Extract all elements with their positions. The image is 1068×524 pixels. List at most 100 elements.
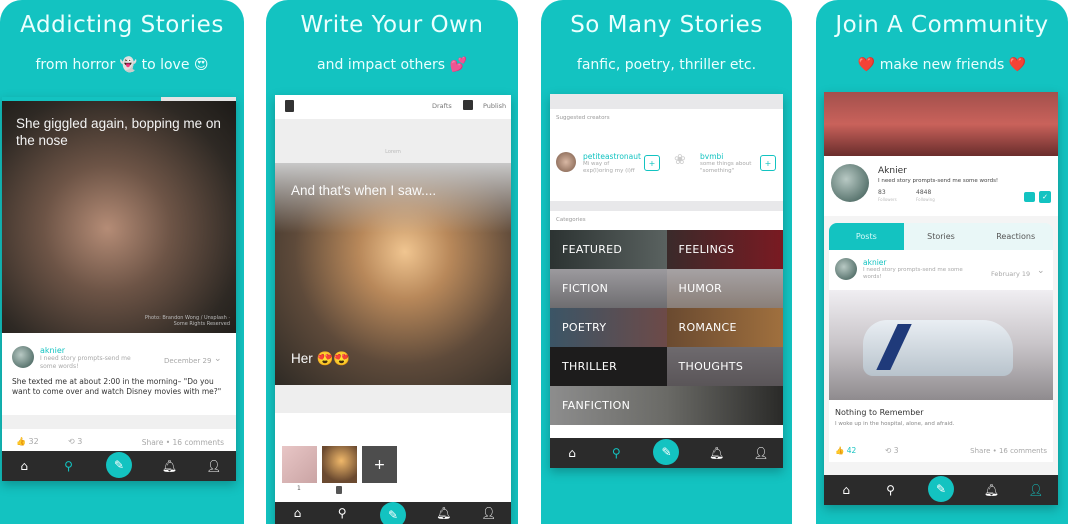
photo-credit: Photo: Brandon Wong / Unsplash · Some Ri…: [144, 315, 230, 327]
followers-label: Followers: [878, 197, 897, 202]
title-placeholder: Lorem: [385, 149, 401, 155]
document-icon[interactable]: [285, 100, 294, 112]
compose-button[interactable]: ✎: [105, 452, 132, 478]
post-date: December 29: [164, 357, 212, 365]
post-image[interactable]: [829, 290, 1053, 400]
title-area[interactable]: Lorem: [275, 119, 511, 163]
followers-count[interactable]: 83: [878, 189, 886, 196]
post-title[interactable]: Nothing to Remember: [835, 408, 924, 417]
post-author-avatar[interactable]: [835, 258, 857, 280]
headline: Join A Community: [835, 12, 1049, 38]
category-thriller[interactable]: THRILLER: [550, 347, 667, 386]
editor-text-line-1[interactable]: And that's when I saw....: [291, 183, 436, 198]
following-count[interactable]: 4848: [916, 189, 931, 196]
add-page-button[interactable]: +: [362, 446, 397, 483]
home-icon[interactable]: ⌂: [290, 506, 304, 520]
compose-button[interactable]: ✎: [653, 439, 680, 465]
category-fiction[interactable]: FICTION: [550, 269, 667, 308]
image-icon[interactable]: [463, 100, 473, 110]
bell-icon[interactable]: 🔔︎: [709, 446, 724, 460]
phone-screen: Drafts Publish Lorem And that's when I s…: [275, 95, 511, 524]
category-feelings[interactable]: FEELINGS: [666, 230, 783, 269]
bell-icon[interactable]: 🔔︎: [436, 506, 451, 520]
author-bio: I need story prompts-send me some words!: [40, 355, 131, 370]
post-card: aknier I need story prompts-send me some…: [829, 250, 1053, 462]
follow-button[interactable]: +: [760, 155, 776, 171]
compose-button[interactable]: ✎: [379, 502, 406, 524]
tab-stories[interactable]: Stories: [904, 223, 979, 250]
pencil-icon: ✎: [661, 445, 672, 459]
headline: Addicting Stories: [20, 12, 224, 38]
post-author-bio: I need story prompts-send me some words!: [863, 267, 963, 280]
category-thoughts[interactable]: THOUGHTS: [666, 347, 783, 386]
repost-count: 3: [893, 446, 899, 455]
subhead: and impact others 💕: [317, 57, 467, 73]
tab-posts[interactable]: Posts: [829, 223, 904, 250]
category-fanfiction[interactable]: FANFICTION: [550, 386, 783, 425]
profile-tabs: Posts Stories Reactions: [829, 223, 1053, 250]
creator-name[interactable]: petiteastronaut: [583, 152, 641, 161]
following-label: Following: [916, 197, 935, 202]
tab-reactions[interactable]: Reactions: [978, 223, 1053, 250]
divider: [2, 415, 236, 429]
home-icon[interactable]: ⌂: [839, 483, 853, 497]
panel-join-a-community: Join A Community ❤️ make new friends ❤️ …: [816, 0, 1068, 524]
bottom-nav: ⌂ ⚲ ✎ 🔔︎ 👤︎: [550, 438, 783, 468]
share-comments-link[interactable]: Share • 16 comments: [970, 447, 1047, 455]
drafts-button[interactable]: Drafts: [432, 102, 452, 110]
bell-icon[interactable]: 🔔︎: [984, 483, 999, 497]
subhead: from horror 👻 to love 😍: [35, 57, 209, 73]
category-humor[interactable]: HUMOR: [666, 269, 783, 308]
repost-button[interactable]: ⟲ 3: [68, 437, 82, 446]
search-icon[interactable]: ⚲: [335, 506, 349, 520]
profile-header: Aknier I need story prompts-send me some…: [824, 156, 1058, 216]
profile-icon[interactable]: 👤︎: [481, 506, 496, 520]
creator-avatar[interactable]: ❀: [674, 152, 694, 174]
profile-icon[interactable]: 👤︎: [753, 446, 768, 460]
follow-check-icon[interactable]: ✓: [1039, 191, 1051, 203]
pencil-icon: ✎: [387, 508, 399, 522]
author-avatar[interactable]: [12, 346, 34, 368]
creator-name[interactable]: bvmbi: [700, 152, 723, 161]
author-name[interactable]: aknier: [40, 346, 65, 355]
editor-toolbar: Drafts Publish: [275, 95, 511, 119]
trash-icon[interactable]: [336, 486, 342, 494]
post-author-name[interactable]: aknier: [863, 258, 886, 267]
panel-so-many-stories: So Many Stories fanfic, poetry, thriller…: [541, 0, 792, 524]
suggested-creators-label: Suggested creators: [556, 115, 610, 121]
like-button[interactable]: 👍 32: [16, 437, 39, 446]
bottom-nav: ⌂ ⚲ ✎ 🔔︎ 👤︎: [275, 502, 511, 524]
message-icon[interactable]: [1024, 192, 1035, 202]
search-icon[interactable]: ⚲: [609, 446, 623, 460]
search-icon[interactable]: ⚲: [884, 483, 898, 497]
follow-button[interactable]: +: [644, 155, 660, 171]
creator-bio: some things about "something": [700, 161, 752, 174]
category-featured[interactable]: FEATURED: [550, 230, 667, 269]
search-icon[interactable]: ⚲: [62, 459, 76, 473]
profile-name: Aknier: [878, 166, 907, 176]
subhead: ❤️ make new friends ❤️: [857, 57, 1027, 73]
page-thumbnail-1[interactable]: [282, 446, 317, 483]
chevron-down-icon[interactable]: ⌄: [214, 354, 222, 364]
page-thumbnail-2[interactable]: [322, 446, 357, 483]
repost-button[interactable]: ⟲ 3: [885, 446, 898, 455]
phone-screen: Aknier I need story prompts-send me some…: [824, 92, 1058, 505]
profile-icon[interactable]: 👤︎: [206, 459, 221, 473]
bell-icon[interactable]: 🔔︎: [162, 459, 177, 473]
compose-button[interactable]: ✎: [927, 476, 954, 502]
home-icon[interactable]: ⌂: [17, 459, 31, 473]
chevron-down-icon[interactable]: ⌄: [1037, 266, 1045, 276]
publish-button[interactable]: Publish: [483, 102, 506, 110]
category-poetry[interactable]: POETRY: [550, 308, 667, 347]
home-icon[interactable]: ⌂: [565, 446, 579, 460]
editor-text-line-2[interactable]: Her 😍😍: [291, 351, 350, 367]
category-romance[interactable]: ROMANCE: [666, 308, 783, 347]
page-number: 1: [297, 485, 301, 492]
share-comments-link[interactable]: Share • 16 comments: [142, 438, 224, 447]
editor-spacer: [275, 385, 511, 413]
headline: Write Your Own: [300, 12, 484, 38]
panel-write-your-own: Write Your Own and impact others 💕 Draft…: [266, 0, 518, 524]
profile-icon[interactable]: 👤︎: [1028, 483, 1043, 497]
like-button[interactable]: 👍 42: [835, 446, 856, 455]
creator-avatar[interactable]: [556, 152, 576, 172]
